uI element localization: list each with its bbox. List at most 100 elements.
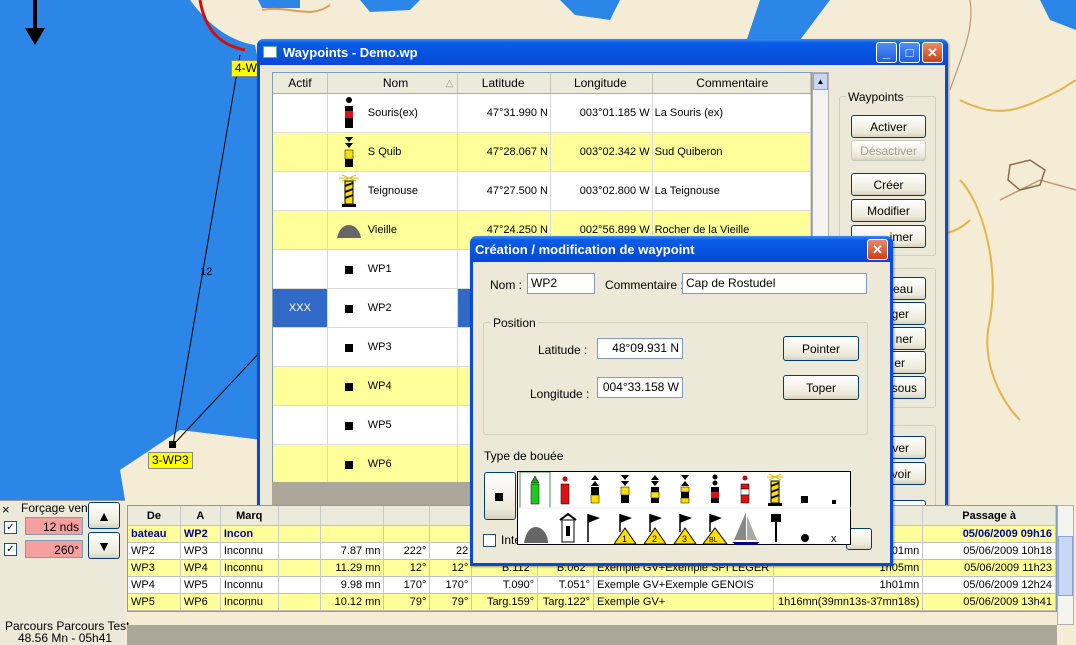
col-latitude[interactable]: Latitude bbox=[458, 73, 551, 93]
col-actif[interactable]: Actif bbox=[273, 73, 328, 93]
waypoint-actif[interactable] bbox=[273, 133, 328, 171]
leg-row[interactable]: WP5 WP6 Inconnu 10.12 mn 79° 79° Targ.159° Targ… bbox=[128, 594, 1056, 611]
inter-checkbox[interactable] bbox=[483, 534, 496, 547]
modifier-button[interactable]: Modifier bbox=[851, 199, 926, 222]
minimize-button[interactable]: _ bbox=[876, 42, 897, 63]
buoy-type-palette[interactable]: 1 2 3 BL x bbox=[517, 471, 852, 545]
wind-panel-close-icon[interactable]: × bbox=[2, 502, 10, 517]
waypoint-row[interactable]: Souris(ex) 47°31.990 N 003°01.185 W La Sour… bbox=[273, 94, 812, 133]
desactiver-button[interactable]: Désactiver bbox=[851, 140, 926, 161]
leg-cell: Exemple GV+ bbox=[594, 594, 774, 610]
waypoint-comment[interactable]: Sud Quiberon bbox=[653, 133, 812, 171]
waypoint-name-cell[interactable]: WP5 bbox=[328, 406, 459, 444]
legs-header-cell[interactable] bbox=[384, 506, 431, 525]
scroll-up-button[interactable]: ▲ bbox=[813, 73, 828, 90]
waypoint-actif[interactable] bbox=[273, 211, 328, 249]
waypoint-name-cell[interactable]: WP4 bbox=[328, 367, 459, 405]
window-icon bbox=[263, 46, 277, 58]
waypoint-actif[interactable]: XXX bbox=[273, 289, 328, 327]
waypoint-longitude[interactable]: 003°02.800 W bbox=[551, 172, 653, 210]
edit-dialog-titlebar[interactable]: Création / modification de waypoint ✕ bbox=[470, 236, 893, 262]
waypoint-actif[interactable] bbox=[273, 406, 328, 444]
wind-direction-checkbox[interactable]: ✓ bbox=[4, 543, 17, 556]
waypoint-actif[interactable] bbox=[273, 328, 328, 366]
wind-direction-field[interactable]: 260° bbox=[25, 540, 83, 558]
pointer-button[interactable]: Pointer bbox=[783, 336, 859, 361]
waypoint-actif[interactable] bbox=[273, 367, 328, 405]
waypoint-name-cell[interactable]: S Quib bbox=[328, 133, 459, 171]
waypoint-actif[interactable] bbox=[273, 250, 328, 288]
waypoint-comment[interactable]: La Teignouse bbox=[653, 172, 812, 210]
svg-text:BL: BL bbox=[709, 537, 718, 544]
commentaire-input[interactable]: Cap de Rostudel bbox=[682, 273, 867, 294]
lighthouse-icon bbox=[334, 173, 364, 209]
leg-cell: WP4 bbox=[128, 577, 181, 593]
sort-triangle-icon: △ bbox=[445, 77, 454, 89]
waypoint-row[interactable]: Teignouse 47°27.500 N 003°02.800 W La Teign… bbox=[273, 172, 812, 211]
waypoint-latitude[interactable]: 47°27.500 N bbox=[458, 172, 551, 210]
waypoint-actif[interactable] bbox=[273, 445, 328, 483]
longitude-input[interactable]: 004°33.158 W bbox=[597, 377, 683, 398]
maximize-button[interactable]: □ bbox=[899, 42, 920, 63]
activer-button[interactable]: Activer bbox=[851, 115, 926, 138]
waypoint-name-cell[interactable]: Souris(ex) bbox=[328, 94, 459, 132]
col-nom-label: Nom bbox=[382, 76, 409, 90]
legs-header-cell[interactable]: De bbox=[128, 506, 181, 525]
legs-header-cell[interactable] bbox=[321, 506, 385, 525]
col-longitude[interactable]: Longitude bbox=[551, 73, 653, 93]
waypoint-actif[interactable] bbox=[273, 172, 328, 210]
waypoint-name: Souris(ex) bbox=[367, 107, 418, 119]
leg-cell: WP3 bbox=[128, 560, 181, 576]
selected-buoy-type[interactable] bbox=[484, 472, 516, 520]
legs-header-cell[interactable] bbox=[430, 506, 473, 525]
waypoint-latitude[interactable]: 47°28.067 N bbox=[458, 133, 551, 171]
position-group-label: Position bbox=[491, 316, 538, 330]
south-cardinal-buoy-icon bbox=[334, 134, 364, 170]
col-commentaire[interactable]: Commentaire bbox=[653, 73, 812, 93]
leg-cell: 79° bbox=[384, 594, 431, 610]
waypoints-titlebar[interactable]: Waypoints - Demo.wp _ □ ✕ bbox=[257, 39, 948, 65]
latitude-input[interactable]: 48°09.931 N bbox=[597, 338, 683, 359]
wind-up-button[interactable]: ▲ bbox=[88, 502, 120, 529]
leg-row[interactable]: WP4 WP5 Inconnu 9.98 mn 170° 170° T.090° T.051°… bbox=[128, 577, 1056, 594]
map-label-wp3[interactable]: 3-WP3 bbox=[148, 452, 193, 469]
nom-input[interactable]: WP2 bbox=[527, 273, 595, 294]
waypoint-name-cell[interactable]: WP1 bbox=[328, 250, 459, 288]
edit-dialog-title: Création / modification de waypoint bbox=[475, 241, 695, 257]
leg-cell: 222° bbox=[384, 543, 431, 559]
legs-header-cell[interactable] bbox=[279, 506, 321, 525]
legs-header-cell[interactable]: A bbox=[181, 506, 221, 525]
legs-header-cell[interactable]: Marq bbox=[221, 506, 279, 525]
toper-button[interactable]: Toper bbox=[783, 375, 859, 400]
waypoint-longitude[interactable]: 003°01.185 W bbox=[551, 94, 653, 132]
grid-header: Actif Nom △ Latitude Longitude Commentair… bbox=[273, 73, 812, 94]
waypoint-row[interactable]: S Quib 47°28.067 N 003°02.342 W Sud Quibero… bbox=[273, 133, 812, 172]
leg-cell: 79° bbox=[430, 594, 473, 610]
waypoint-name-cell[interactable]: WP6 bbox=[328, 445, 459, 483]
waypoint-name-cell[interactable]: WP3 bbox=[328, 328, 459, 366]
wind-speed-field[interactable]: 12 nds bbox=[25, 517, 83, 535]
leg-cell: 11.29 mn bbox=[321, 560, 385, 576]
waypoint-latitude[interactable]: 47°31.990 N bbox=[458, 94, 551, 132]
leg-cell: 05/06/2009 11h23 bbox=[923, 560, 1056, 576]
legs-table-scrollbar[interactable] bbox=[1057, 505, 1074, 625]
waypoint-comment[interactable]: La Souris (ex) bbox=[653, 94, 812, 132]
wind-speed-checkbox[interactable]: ✓ bbox=[4, 521, 17, 534]
waypoint-name-cell[interactable]: WP2 bbox=[328, 289, 459, 327]
leg-cell: WP5 bbox=[128, 594, 181, 610]
wind-down-button[interactable]: ▼ bbox=[88, 532, 120, 559]
close-button[interactable]: ✕ bbox=[922, 42, 943, 63]
edit-dialog-close-button[interactable]: ✕ bbox=[867, 239, 888, 260]
creer-button[interactable]: Créer bbox=[851, 173, 926, 196]
waypoint-longitude[interactable]: 003°02.342 W bbox=[551, 133, 653, 171]
commentaire-label: Commentaire : bbox=[605, 278, 684, 292]
leg-cell: 05/06/2009 13h41 bbox=[923, 594, 1056, 610]
col-nom[interactable]: Nom △ bbox=[328, 73, 459, 93]
waypoint-name-cell[interactable]: Vieille bbox=[328, 211, 459, 249]
buoy-type-label: Type de bouée bbox=[484, 449, 564, 463]
legs-scroll-thumb[interactable] bbox=[1058, 536, 1073, 596]
waypoint-actif[interactable] bbox=[273, 94, 328, 132]
legs-gray-area bbox=[127, 625, 1057, 645]
waypoint-name-cell[interactable]: Teignouse bbox=[328, 172, 459, 210]
legs-header-cell[interactable]: Passage à bbox=[923, 506, 1056, 525]
